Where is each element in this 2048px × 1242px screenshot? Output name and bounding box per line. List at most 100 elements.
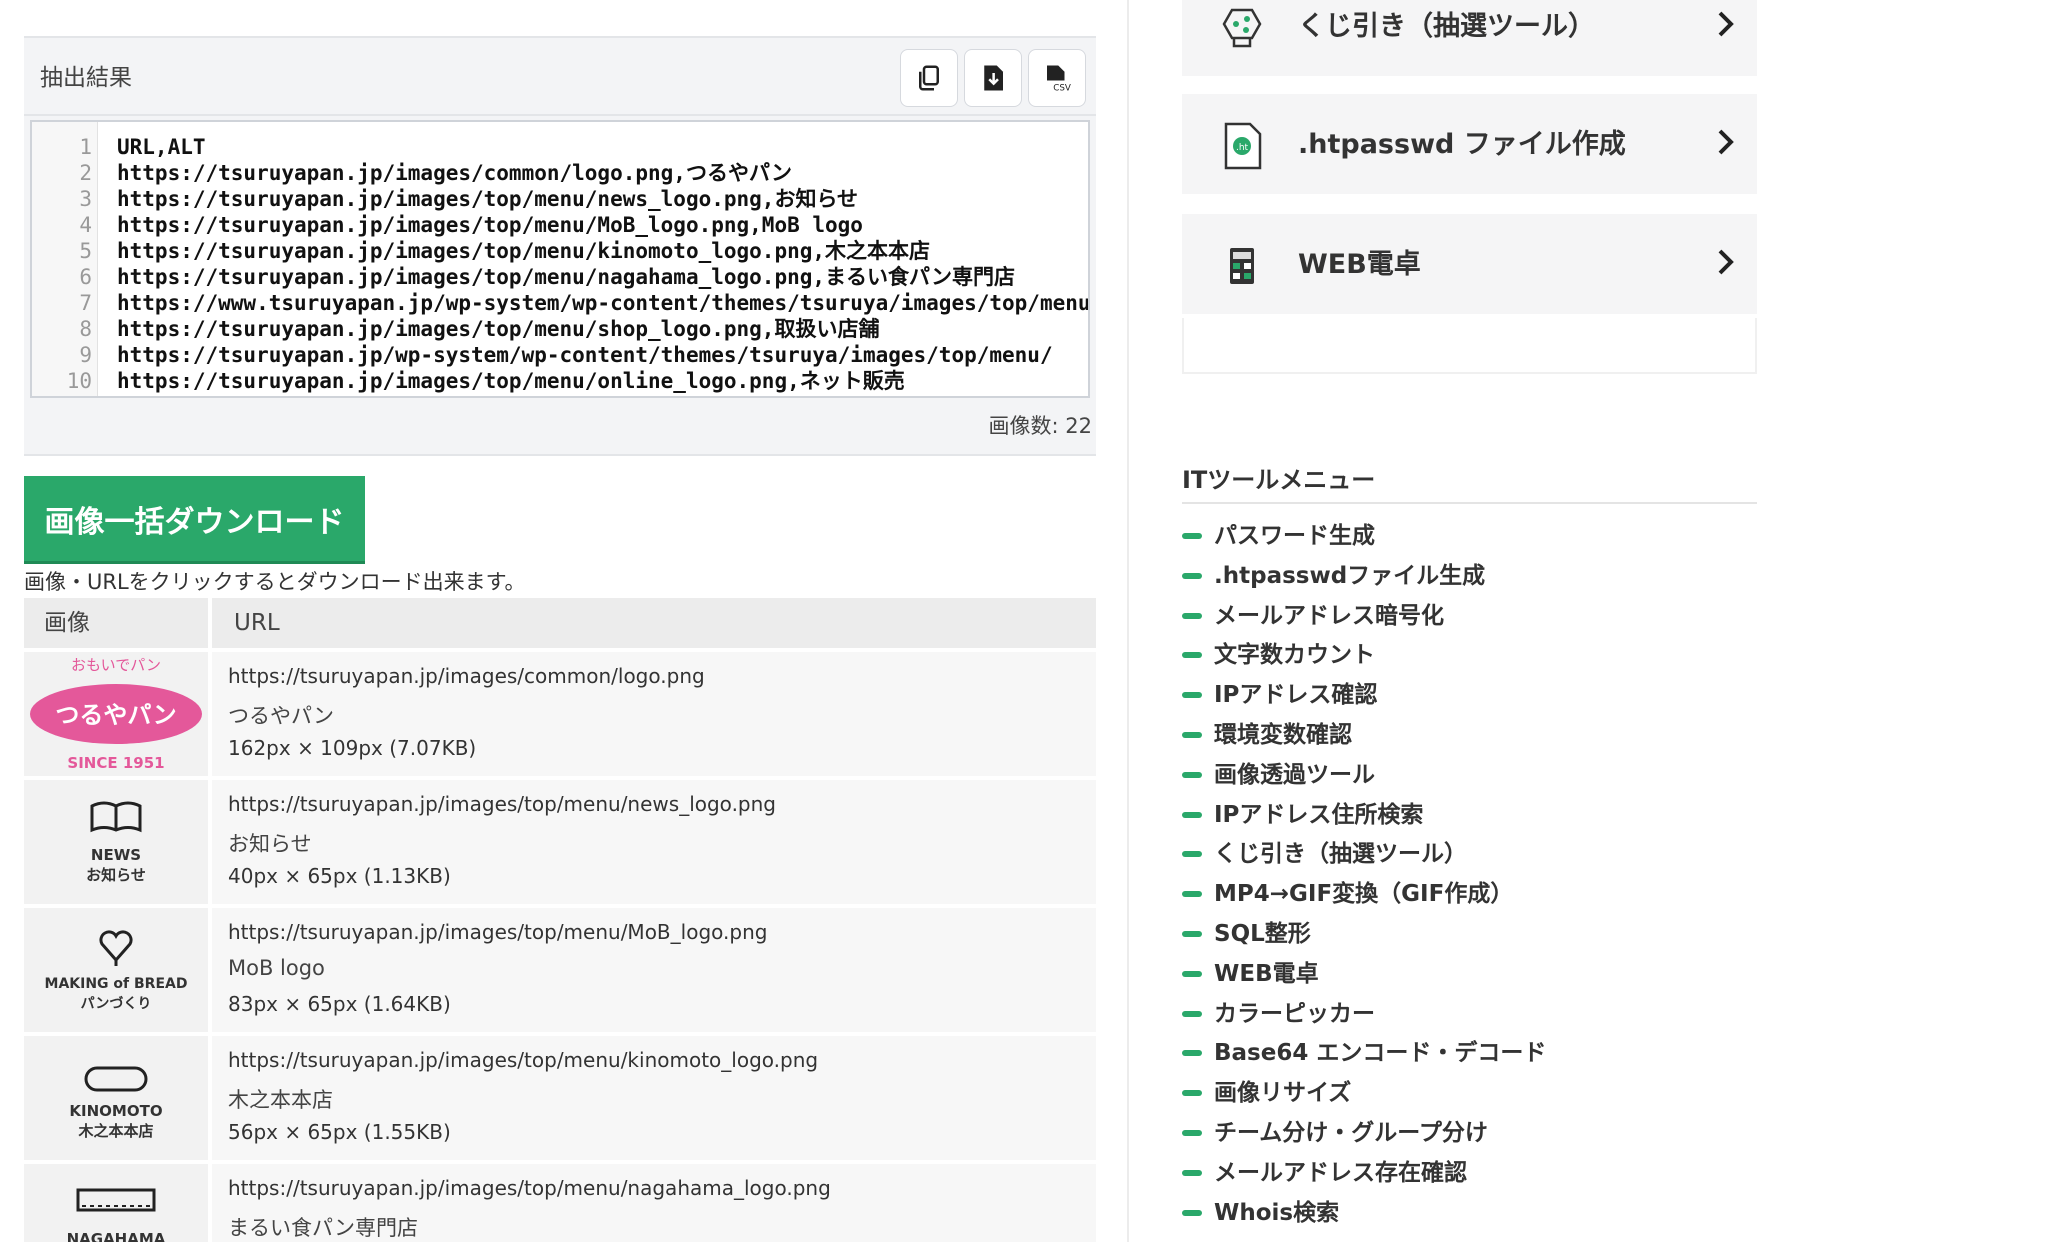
image-url-link[interactable]: https://tsuruyapan.jp/images/top/menu/ne… — [228, 792, 776, 816]
dash-icon — [1182, 652, 1202, 659]
download-hint: 画像・URLをクリックするとダウンロード出来ます。 — [24, 570, 526, 594]
dash-icon — [1182, 731, 1202, 738]
dash-icon — [1182, 1169, 1202, 1176]
table-row: NAGAHAMA https://tsuruyapan.jp/images/to… — [24, 1164, 1096, 1242]
dash-icon — [1182, 811, 1202, 818]
logo-en-text: MAKING of BREAD — [45, 976, 188, 992]
copy-button[interactable] — [900, 49, 958, 107]
menu-item-char-count[interactable]: 文字数カウント — [1182, 635, 1757, 675]
svg-text:.ht: .ht — [1236, 143, 1249, 153]
tool-card-label: くじ引き（抽選ツール） — [1298, 11, 1595, 42]
image-thumbnail[interactable]: おもいでパン つるやパン SINCE 1951 — [24, 652, 208, 776]
code-line: 4 https://tsuruyapan.jp/images/top/menu/M… — [79, 213, 863, 237]
menu-divider — [1182, 502, 1757, 504]
logo-jp-text: お知らせ — [86, 866, 146, 884]
table-row: MAKING of BREAD パンづくり https://tsuruyapan… — [24, 908, 1096, 1032]
tool-card-calculator[interactable]: WEB電卓 — [1182, 214, 1757, 314]
menu-item-mp4-gif[interactable]: MP4→GIF変換（GIF作成） — [1182, 874, 1757, 914]
image-thumbnail[interactable]: NEWS お知らせ — [24, 780, 208, 904]
logo-top-text: おもいでパン — [71, 656, 161, 674]
menu-item-email-encrypt[interactable]: メールアドレス暗号化 — [1182, 596, 1757, 636]
news-logo: NEWS お知らせ — [86, 801, 146, 884]
menu-item-image-transparency[interactable]: 画像透過ツール — [1182, 755, 1757, 795]
image-thumbnail[interactable]: KINOMOTO 木之本本店 — [24, 1036, 208, 1160]
logo-main-text: つるやパン — [55, 701, 176, 729]
menu-item-env-vars[interactable]: 環境変数確認 — [1182, 715, 1757, 755]
code-line: 7 https://www.tsuruyapan.jp/wp-system/wp-… — [79, 291, 1090, 315]
bulk-download-button[interactable]: 画像一括ダウンロード — [24, 476, 365, 564]
logo-jp-text: パンづくり — [81, 995, 152, 1012]
download-icon — [984, 65, 1003, 91]
image-url-link[interactable]: https://tsuruyapan.jp/images/common/logo… — [228, 664, 705, 688]
chevron-right-icon — [1718, 249, 1734, 275]
menu-item-team-split[interactable]: チーム分け・グループ分け — [1182, 1113, 1757, 1153]
table-row: おもいでパン つるやパン SINCE 1951 https://tsuruyap… — [24, 652, 1096, 776]
menu-item-ip-address-lookup[interactable]: IPアドレス住所検索 — [1182, 795, 1757, 835]
lottery-icon — [1222, 8, 1262, 48]
menu-item-color-picker[interactable]: カラーピッカー — [1182, 994, 1757, 1034]
code-line: 2 https://tsuruyapan.jp/images/common/log… — [79, 161, 792, 185]
image-alt: つるやパン — [228, 704, 335, 728]
chevron-right-icon — [1718, 129, 1734, 155]
menu-item-lottery[interactable]: くじ引き（抽選ツール） — [1182, 834, 1757, 874]
csv-button[interactable]: CSV — [1028, 49, 1086, 107]
dash-icon — [1182, 612, 1202, 619]
chevron-right-icon — [1718, 11, 1734, 37]
image-alt: MoB logo — [228, 956, 325, 980]
image-url-link[interactable]: https://tsuruyapan.jp/images/top/menu/Mo… — [228, 920, 767, 944]
code-line: 1 URL,ALT — [79, 135, 206, 159]
image-size: 56px × 65px (1.55KB) — [228, 1120, 451, 1144]
sidebar: くじ引き（抽選ツール） .ht .htpasswd ファイル作成 WEB電卓 I… — [1182, 0, 1757, 1242]
table-row: NEWS お知らせ https://tsuruyapan.jp/images/t… — [24, 780, 1096, 904]
menu-item-whois[interactable]: Whois検索 — [1182, 1193, 1757, 1233]
column-header-image: 画像 — [24, 598, 208, 648]
file-icon: .ht — [1224, 122, 1262, 170]
image-thumbnail[interactable]: MAKING of BREAD パンづくり — [24, 908, 208, 1032]
menu-item-image-resize[interactable]: 画像リサイズ — [1182, 1073, 1757, 1113]
logo-jp-text: 木之本本店 — [77, 1122, 153, 1140]
code-line: 5 https://tsuruyapan.jp/images/top/menu/k… — [79, 239, 931, 263]
code-line: 6 https://tsuruyapan.jp/images/top/menu/n… — [79, 265, 1016, 289]
csv-icon: CSV — [1047, 65, 1071, 93]
code-line: 9 https://tsuruyapan.jp/wp-system/wp-cont… — [79, 343, 1053, 367]
menu-item-base64[interactable]: Base64 エンコード・デコード — [1182, 1033, 1757, 1073]
logo-bottom-text: SINCE 1951 — [67, 754, 164, 772]
kinomoto-logo: KINOMOTO 木之本本店 — [69, 1066, 163, 1140]
nagahama-logo: NAGAHAMA — [67, 1188, 166, 1242]
image-url-link[interactable]: https://tsuruyapan.jp/images/top/menu/na… — [228, 1176, 831, 1200]
oval-icon — [84, 1066, 148, 1092]
tool-card-htpasswd[interactable]: .ht .htpasswd ファイル作成 — [1182, 94, 1757, 194]
code-line: 3 https://tsuruyapan.jp/images/top/menu/n… — [79, 187, 859, 211]
image-alt: 木之本本店 — [228, 1088, 333, 1112]
menu-item-ip-check[interactable]: IPアドレス確認 — [1182, 675, 1757, 715]
book-icon — [90, 801, 142, 833]
menu-item-htpasswd[interactable]: .htpasswdファイル生成 — [1182, 556, 1757, 596]
copy-icon — [919, 65, 939, 91]
main-content: 抽出結果 CSV 1 URL,ALT 2 https://tsuruyapan.… — [24, 0, 1096, 1242]
image-url-link[interactable]: https://tsuruyapan.jp/images/top/menu/ki… — [228, 1048, 818, 1072]
image-info-cell: https://tsuruyapan.jp/images/top/menu/ki… — [212, 1036, 1096, 1160]
image-info-cell: https://tsuruyapan.jp/images/top/menu/ne… — [212, 780, 1096, 904]
csv-code-editor[interactable]: 1 URL,ALT 2 https://tsuruyapan.jp/images/c… — [30, 120, 1090, 398]
dash-icon — [1182, 970, 1202, 977]
download-file-button[interactable] — [964, 49, 1022, 107]
tool-card-label: WEB電卓 — [1298, 249, 1421, 280]
extraction-result-panel: 抽出結果 CSV 1 URL,ALT 2 https://tsuruyapan.… — [24, 36, 1096, 456]
table-header: 画像 URL — [24, 598, 1096, 648]
image-info-cell: https://tsuruyapan.jp/images/top/menu/Mo… — [212, 908, 1096, 1032]
tool-card-lottery[interactable]: くじ引き（抽選ツール） — [1182, 0, 1757, 76]
image-info-cell: https://tsuruyapan.jp/images/top/menu/na… — [212, 1164, 1096, 1242]
result-title: 抽出結果 — [40, 65, 132, 91]
logo-en-text: NEWS — [91, 846, 141, 864]
dash-icon — [1182, 930, 1202, 937]
code-line: 8 https://tsuruyapan.jp/images/top/menu/s… — [79, 317, 880, 341]
empty-card-footer — [1182, 318, 1757, 374]
image-alt: お知らせ — [228, 832, 312, 856]
dash-icon — [1182, 533, 1202, 539]
image-thumbnail[interactable]: NAGAHAMA — [24, 1164, 208, 1242]
dash-icon — [1182, 1010, 1202, 1017]
menu-item-password-generator[interactable]: パスワード生成 — [1182, 516, 1757, 556]
menu-item-sql-format[interactable]: SQL整形 — [1182, 914, 1757, 954]
menu-item-email-check[interactable]: メールアドレス存在確認 — [1182, 1153, 1757, 1193]
menu-item-web-calculator[interactable]: WEB電卓 — [1182, 954, 1757, 994]
